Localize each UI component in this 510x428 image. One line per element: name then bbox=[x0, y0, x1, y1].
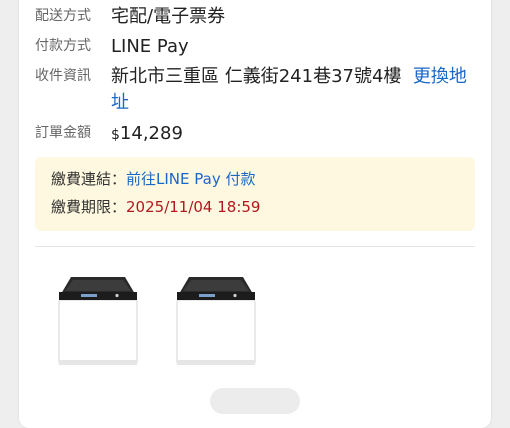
recipient-address: 新北市三重區 仁義街241巷37號4樓 更換地址 bbox=[111, 64, 471, 116]
product-thumbnail[interactable] bbox=[175, 274, 257, 366]
washing-machine-icon bbox=[58, 277, 138, 365]
recipient-row: 收件資訊 新北市三重區 仁義街241巷37號4樓 更換地址 bbox=[35, 64, 471, 116]
shipping-row: 配送方式 宅配/電子票券 bbox=[35, 4, 225, 30]
address-text: 新北市三重區 仁義街241巷37號4樓 bbox=[111, 66, 402, 87]
payment-row: 付款方式 LINE Pay bbox=[35, 34, 189, 60]
recipient-label: 收件資訊 bbox=[35, 68, 91, 84]
line-pay-link[interactable]: 前往LINE Pay 付款 bbox=[126, 170, 255, 188]
total-amount: $14,289 bbox=[111, 121, 183, 148]
amount-value: 14,289 bbox=[119, 123, 183, 144]
deadline-label: 繳費期限： bbox=[51, 198, 127, 216]
order-card: 配送方式 宅配/電子票券 付款方式 LINE Pay 收件資訊 新北市三重區 仁… bbox=[19, 0, 491, 428]
washing-machine-icon bbox=[176, 277, 256, 365]
view-more-button[interactable] bbox=[210, 388, 300, 414]
deadline-value: 2025/11/04 18:59 bbox=[126, 198, 261, 216]
product-thumbnail[interactable] bbox=[57, 274, 139, 366]
payment-notice: 繳費連結：前往LINE Pay 付款 繳費期限：2025/11/04 18:59 bbox=[35, 157, 475, 231]
total-label: 訂單金額 bbox=[35, 125, 91, 141]
shipping-value: 宅配/電子票券 bbox=[111, 6, 226, 27]
total-row: 訂單金額 $14,289 bbox=[35, 121, 183, 148]
divider bbox=[35, 246, 475, 247]
payment-deadline-line: 繳費期限：2025/11/04 18:59 bbox=[51, 197, 260, 217]
payment-value: LINE Pay bbox=[111, 36, 189, 57]
payment-link-line: 繳費連結：前往LINE Pay 付款 bbox=[51, 169, 255, 189]
shipping-label: 配送方式 bbox=[35, 8, 91, 24]
currency-symbol: $ bbox=[111, 127, 120, 143]
payment-label: 付款方式 bbox=[35, 38, 91, 54]
payment-link-label: 繳費連結： bbox=[51, 170, 127, 188]
